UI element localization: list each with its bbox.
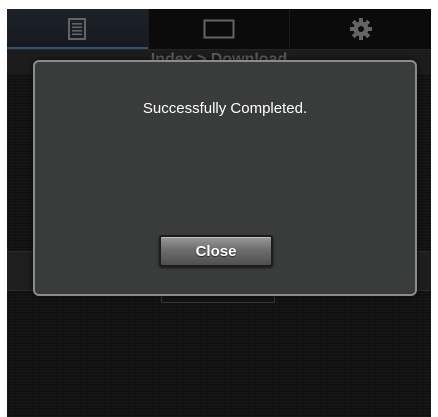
completion-dialog: Successfully Completed. Close (33, 60, 417, 296)
app-screen: Index > Download Successfully Completed.… (7, 9, 431, 417)
dialog-message: Successfully Completed. (142, 100, 308, 117)
close-button[interactable]: Close (159, 235, 273, 267)
